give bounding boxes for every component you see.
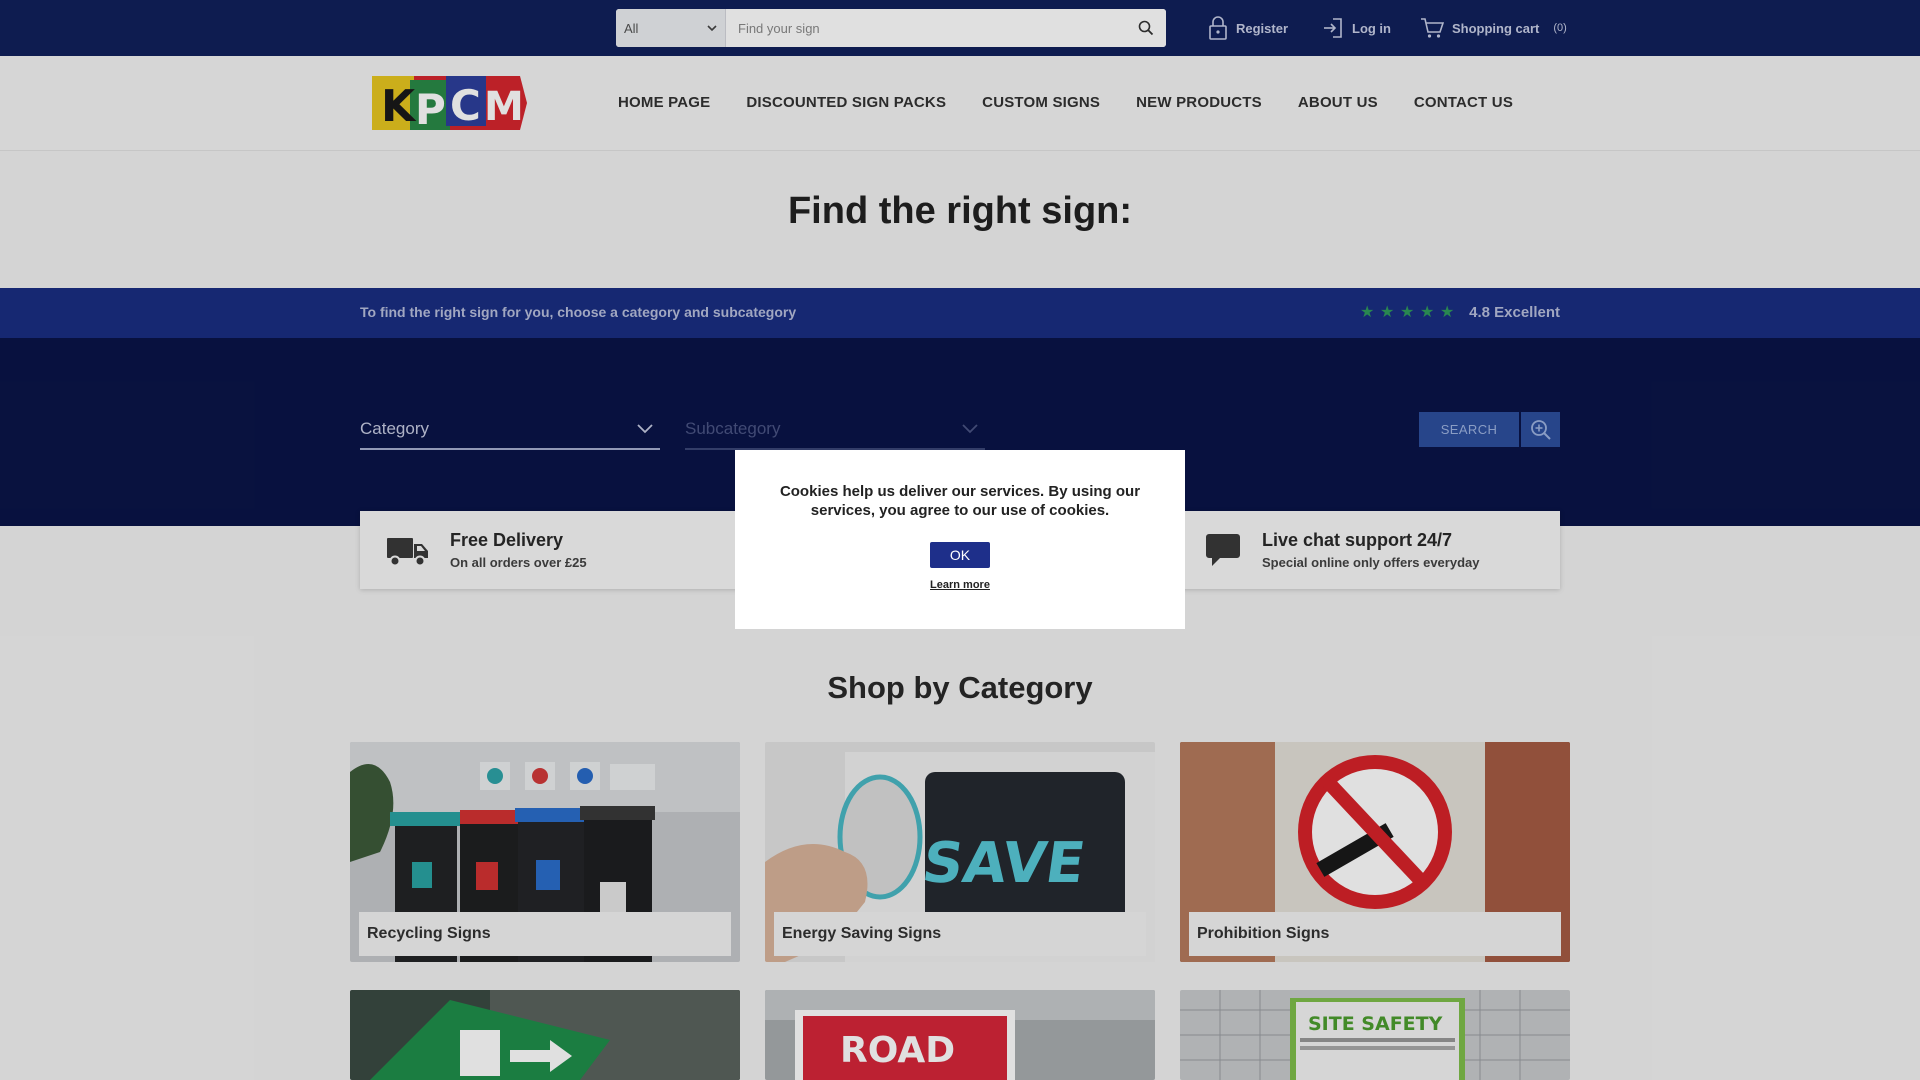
feature-live-chat: Live chat support 24/7 Special online on… (1204, 511, 1479, 589)
shopping-cart-link[interactable]: Shopping cart (0) (1420, 15, 1567, 41)
nav-about-us[interactable]: ABOUT US (1298, 94, 1378, 111)
subcategory-dropdown[interactable]: Subcategory (685, 410, 985, 450)
finder-title: Find the right sign: (787, 190, 1133, 232)
nav-contact-us[interactable]: CONTACT US (1414, 94, 1513, 111)
chat-bubble-icon (1206, 534, 1240, 566)
subcategory-label: Subcategory (685, 419, 781, 438)
search-input[interactable] (726, 9, 1126, 47)
finder-instructions-strip: To find the right sign for you, choose a… (0, 288, 1920, 338)
search-scope-select[interactable]: All (616, 9, 726, 47)
category-card-fire-exit[interactable] (350, 990, 740, 1080)
login-label: Log in (1352, 20, 1391, 36)
cookie-message: Cookies help us deliver our services. By… (779, 483, 1141, 519)
cookie-consent-modal: Cookies help us deliver our services. By… (735, 450, 1185, 629)
login-link[interactable]: Log in (1322, 15, 1391, 41)
site-search: All (616, 9, 1166, 47)
site-safety-text: SITE SAFETY (1308, 1013, 1443, 1035)
search-icon (1138, 20, 1154, 36)
nav-new-products[interactable]: NEW PRODUCTS (1136, 94, 1262, 111)
register-label: Register (1236, 20, 1289, 36)
road-sign-text: ROAD (840, 1030, 955, 1071)
kpcm-logo[interactable]: K P C M (370, 74, 528, 134)
feature-title: Free Delivery (450, 530, 564, 550)
svg-text:K: K (381, 81, 417, 132)
fire-exit-image (350, 990, 740, 1080)
chevron-down-icon (637, 424, 653, 434)
cart-label: Shopping cart (1452, 20, 1540, 36)
rating: ★ ★ ★ ★ ★ 4.8 Excellent (1359, 302, 1560, 322)
category-card-site-safety[interactable]: SITE SAFETY (1180, 990, 1570, 1080)
cookie-learn-more-link[interactable]: Learn more (735, 579, 1185, 591)
feature-title: Live chat support 24/7 (1262, 530, 1453, 550)
finder-search-button[interactable]: SEARCH (1419, 412, 1519, 447)
star-icon: ★ (1359, 304, 1375, 321)
category-label: Prohibition Signs (1189, 912, 1561, 956)
cookie-ok-button[interactable]: OK (930, 542, 990, 568)
category-card-road[interactable]: ROAD (765, 990, 1155, 1080)
site-header: K P C M HOME PAGE DISCOUNTED SIGN PACKS … (0, 56, 1920, 151)
star-icon: ★ (1399, 304, 1415, 321)
feature-free-delivery: Free Delivery On all orders over £25 (386, 511, 587, 589)
zoom-search-icon (1530, 419, 1551, 440)
category-label: Energy Saving Signs (774, 912, 1146, 956)
main-nav: HOME PAGE DISCOUNTED SIGN PACKS CUSTOM S… (618, 94, 1513, 111)
category-card-prohibition[interactable]: Prohibition Signs (1180, 742, 1570, 962)
feature-subtitle: Special online only offers everyday (1262, 555, 1480, 570)
search-scope-value: All (624, 20, 639, 36)
svg-text:M: M (484, 84, 524, 130)
nav-home-page[interactable]: HOME PAGE (618, 94, 710, 111)
category-label: Recycling Signs (359, 912, 731, 956)
svg-text:SAVE: SAVE (918, 831, 1089, 896)
finder-instructions: To find the right sign for you, choose a… (360, 304, 797, 320)
cart-icon (1421, 18, 1444, 38)
star-icon: ★ (1379, 304, 1395, 321)
svg-text:P: P (415, 85, 446, 132)
login-icon (1324, 18, 1342, 38)
category-card-energy-saving[interactable]: SAVE Energy Saving Signs (765, 742, 1155, 962)
nav-custom-signs[interactable]: CUSTOM SIGNS (982, 94, 1100, 111)
search-button[interactable] (1126, 9, 1166, 47)
lock-icon (1209, 16, 1227, 40)
chevron-down-icon (707, 25, 717, 32)
star-icon: ★ (1439, 304, 1455, 321)
chevron-down-icon (962, 424, 978, 434)
category-label: Category (360, 419, 429, 438)
register-link[interactable]: Register (1208, 15, 1288, 41)
finder-search-icon-button[interactable] (1521, 412, 1560, 447)
category-dropdown[interactable]: Category (360, 410, 660, 450)
feature-subtitle: On all orders over £25 (450, 555, 587, 570)
svg-text:C: C (450, 81, 481, 130)
site-safety-image: SITE SAFETY (1180, 990, 1570, 1080)
rating-text: 4.8 Excellent (1469, 303, 1560, 321)
cart-count: (0) (1553, 22, 1567, 34)
nav-discounted-sign-packs[interactable]: DISCOUNTED SIGN PACKS (746, 94, 946, 111)
star-icon: ★ (1419, 304, 1435, 321)
top-bar: All Register Log in Shopping cart (0) (0, 0, 1920, 56)
shop-by-category-title: Shop by Category (827, 670, 1093, 705)
truck-icon (387, 538, 428, 567)
road-sign-image: ROAD (765, 990, 1155, 1080)
category-card-recycling[interactable]: Recycling Signs (350, 742, 740, 962)
